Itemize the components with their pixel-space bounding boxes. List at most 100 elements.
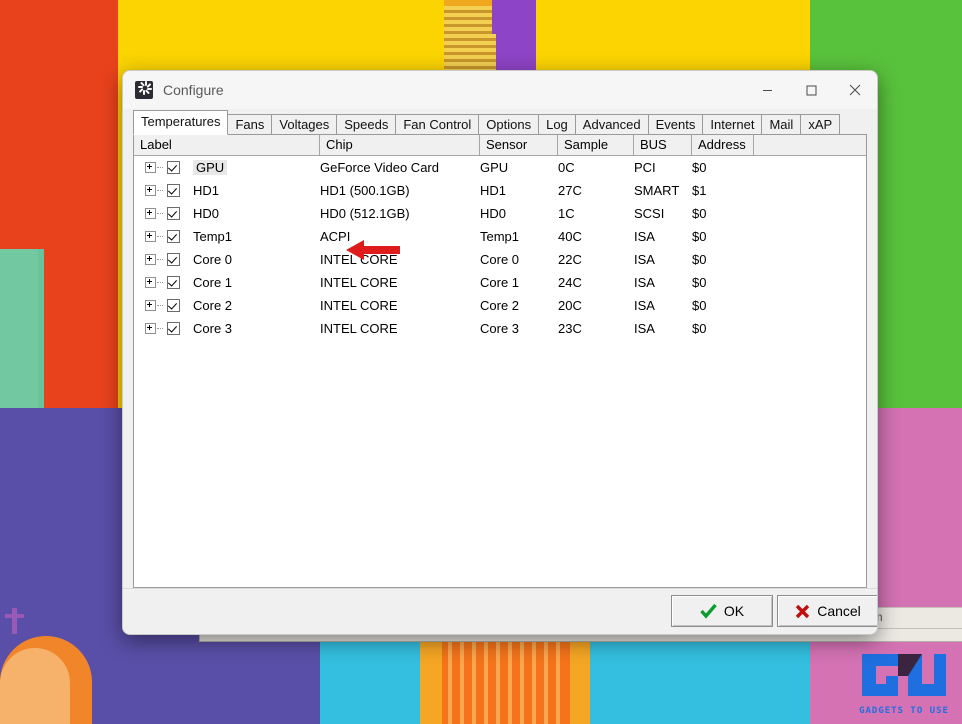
row-sample: 0C bbox=[558, 160, 575, 175]
column-header-sample[interactable]: Sample bbox=[558, 135, 634, 155]
column-header-address[interactable]: Address bbox=[692, 135, 754, 155]
watermark-label: GADGETS TO USE bbox=[859, 706, 949, 716]
tab-fans[interactable]: Fans bbox=[227, 114, 273, 135]
row-sensor: Core 0 bbox=[480, 252, 520, 267]
dialog-title-bar[interactable]: Configure bbox=[123, 71, 877, 110]
column-header-label[interactable]: Label bbox=[134, 135, 320, 155]
row-checkbox[interactable] bbox=[167, 184, 180, 197]
tab-strip-filler bbox=[839, 115, 870, 135]
row-bus: ISA bbox=[634, 298, 655, 313]
minimize-button[interactable] bbox=[745, 71, 789, 109]
row-sensor: Core 3 bbox=[480, 321, 520, 336]
expand-icon[interactable] bbox=[145, 185, 156, 196]
wallpaper-band-teal-inner bbox=[0, 249, 38, 409]
expand-icon[interactable] bbox=[145, 277, 156, 288]
tab-speeds[interactable]: Speeds bbox=[336, 114, 397, 135]
gadgets-to-use-watermark: GADGETS TO USE bbox=[858, 648, 950, 716]
row-chip: INTEL CORE bbox=[320, 275, 398, 290]
table-row[interactable]: GPU GeForce Video Card GPU 0C PCI $0 bbox=[134, 156, 866, 179]
tab-voltages[interactable]: Voltages bbox=[271, 114, 338, 135]
row-checkbox[interactable] bbox=[167, 322, 180, 335]
tab-temperatures[interactable]: Temperatures bbox=[133, 110, 229, 135]
row-bus: ISA bbox=[634, 252, 655, 267]
wallpaper-blob-light bbox=[0, 648, 70, 724]
row-label: Temp1 bbox=[193, 229, 233, 244]
expand-icon[interactable] bbox=[145, 300, 156, 311]
row-sensor: Core 2 bbox=[480, 298, 520, 313]
checkmark-icon bbox=[700, 603, 717, 619]
cancel-button[interactable]: Cancel bbox=[777, 595, 877, 627]
column-header-chip[interactable]: Chip bbox=[320, 135, 480, 155]
table-header: Label Chip Sensor Sample BUS Address bbox=[134, 135, 866, 156]
row-label: Core 0 bbox=[193, 252, 233, 267]
tab-events[interactable]: Events bbox=[647, 114, 704, 135]
row-label: HD1 bbox=[193, 183, 220, 198]
tab-mail[interactable]: Mail bbox=[761, 114, 802, 135]
column-header-sensor[interactable]: Sensor bbox=[480, 135, 558, 155]
ok-button-label: OK bbox=[723, 603, 745, 619]
tab-advanced[interactable]: Advanced bbox=[574, 114, 649, 135]
maximize-button[interactable] bbox=[789, 71, 833, 109]
row-sample: 40C bbox=[558, 229, 582, 244]
row-label: GPU bbox=[193, 160, 228, 175]
speedfan-fan-icon bbox=[135, 81, 153, 99]
row-sample: 1C bbox=[558, 206, 575, 221]
row-bus: SMART bbox=[634, 183, 680, 198]
table-row[interactable]: Core 1 INTEL CORE Core 1 24C ISA $0 bbox=[134, 271, 866, 294]
tab-fan-control[interactable]: Fan Control bbox=[395, 114, 480, 135]
expand-icon[interactable] bbox=[145, 162, 156, 173]
expand-icon[interactable] bbox=[145, 323, 156, 334]
row-label: Core 3 bbox=[193, 321, 233, 336]
red-arrow-annotation bbox=[344, 239, 402, 261]
dialog-title: Configure bbox=[163, 82, 224, 98]
table-row[interactable]: HD0 HD0 (512.1GB) HD0 1C SCSI $0 bbox=[134, 202, 866, 225]
table-row[interactable]: Core 3 INTEL CORE Core 3 23C ISA $0 bbox=[134, 317, 866, 340]
expand-icon[interactable] bbox=[145, 254, 156, 265]
row-chip: GeForce Video Card bbox=[320, 160, 439, 175]
dialog-footer: OK Cancel bbox=[123, 588, 877, 634]
tab-options[interactable]: Options bbox=[478, 114, 540, 135]
close-button[interactable] bbox=[833, 71, 877, 109]
row-address: $0 bbox=[692, 206, 707, 221]
row-checkbox[interactable] bbox=[167, 161, 180, 174]
row-chip: HD1 (500.1GB) bbox=[320, 183, 410, 198]
tree-connector bbox=[157, 258, 163, 261]
sensor-list[interactable]: Label Chip Sensor Sample BUS Address GPU GeFor… bbox=[133, 134, 867, 588]
tab-strip: Temperatures Fans Voltages Speeds Fan Contro… bbox=[133, 110, 870, 135]
column-header-bus[interactable]: BUS bbox=[634, 135, 692, 155]
row-bus: ISA bbox=[634, 229, 655, 244]
cancel-button-label: Cancel bbox=[817, 603, 861, 619]
expand-icon[interactable] bbox=[145, 208, 156, 219]
row-label: Core 2 bbox=[193, 298, 233, 313]
row-sample: 22C bbox=[558, 252, 582, 267]
row-bus: ISA bbox=[634, 321, 655, 336]
row-address: $0 bbox=[692, 229, 707, 244]
table-row[interactable]: Core 0 INTEL CORE Core 0 22C ISA $0 bbox=[134, 248, 866, 271]
cross-icon bbox=[796, 604, 810, 618]
tree-connector bbox=[157, 304, 163, 307]
table-body: GPU GeForce Video Card GPU 0C PCI $0 HD1 HD1 (5… bbox=[134, 156, 866, 340]
tree-connector bbox=[157, 166, 163, 169]
table-row[interactable]: Core 2 INTEL CORE Core 2 20C ISA $0 bbox=[134, 294, 866, 317]
gu-logo-icon bbox=[862, 654, 946, 696]
row-address: $0 bbox=[692, 275, 707, 290]
table-row[interactable]: HD1 HD1 (500.1GB) HD1 27C SMART $1 bbox=[134, 179, 866, 202]
tab-xap[interactable]: xAP bbox=[800, 114, 841, 135]
ok-button[interactable]: OK bbox=[671, 595, 773, 627]
row-sensor: GPU bbox=[480, 160, 509, 175]
tab-log[interactable]: Log bbox=[538, 114, 576, 135]
row-sample: 24C bbox=[558, 275, 582, 290]
row-checkbox[interactable] bbox=[167, 299, 180, 312]
row-checkbox[interactable] bbox=[167, 207, 180, 220]
row-address: $0 bbox=[692, 298, 707, 313]
row-checkbox[interactable] bbox=[167, 276, 180, 289]
row-address: $0 bbox=[692, 321, 707, 336]
row-checkbox[interactable] bbox=[167, 253, 180, 266]
row-label: Core 1 bbox=[193, 275, 233, 290]
table-row[interactable]: Temp1 ACPI Temp1 40C ISA $0 bbox=[134, 225, 866, 248]
tree-connector bbox=[157, 235, 163, 238]
row-address: $0 bbox=[692, 252, 707, 267]
expand-icon[interactable] bbox=[145, 231, 156, 242]
tab-internet[interactable]: Internet bbox=[702, 114, 763, 135]
row-checkbox[interactable] bbox=[167, 230, 180, 243]
